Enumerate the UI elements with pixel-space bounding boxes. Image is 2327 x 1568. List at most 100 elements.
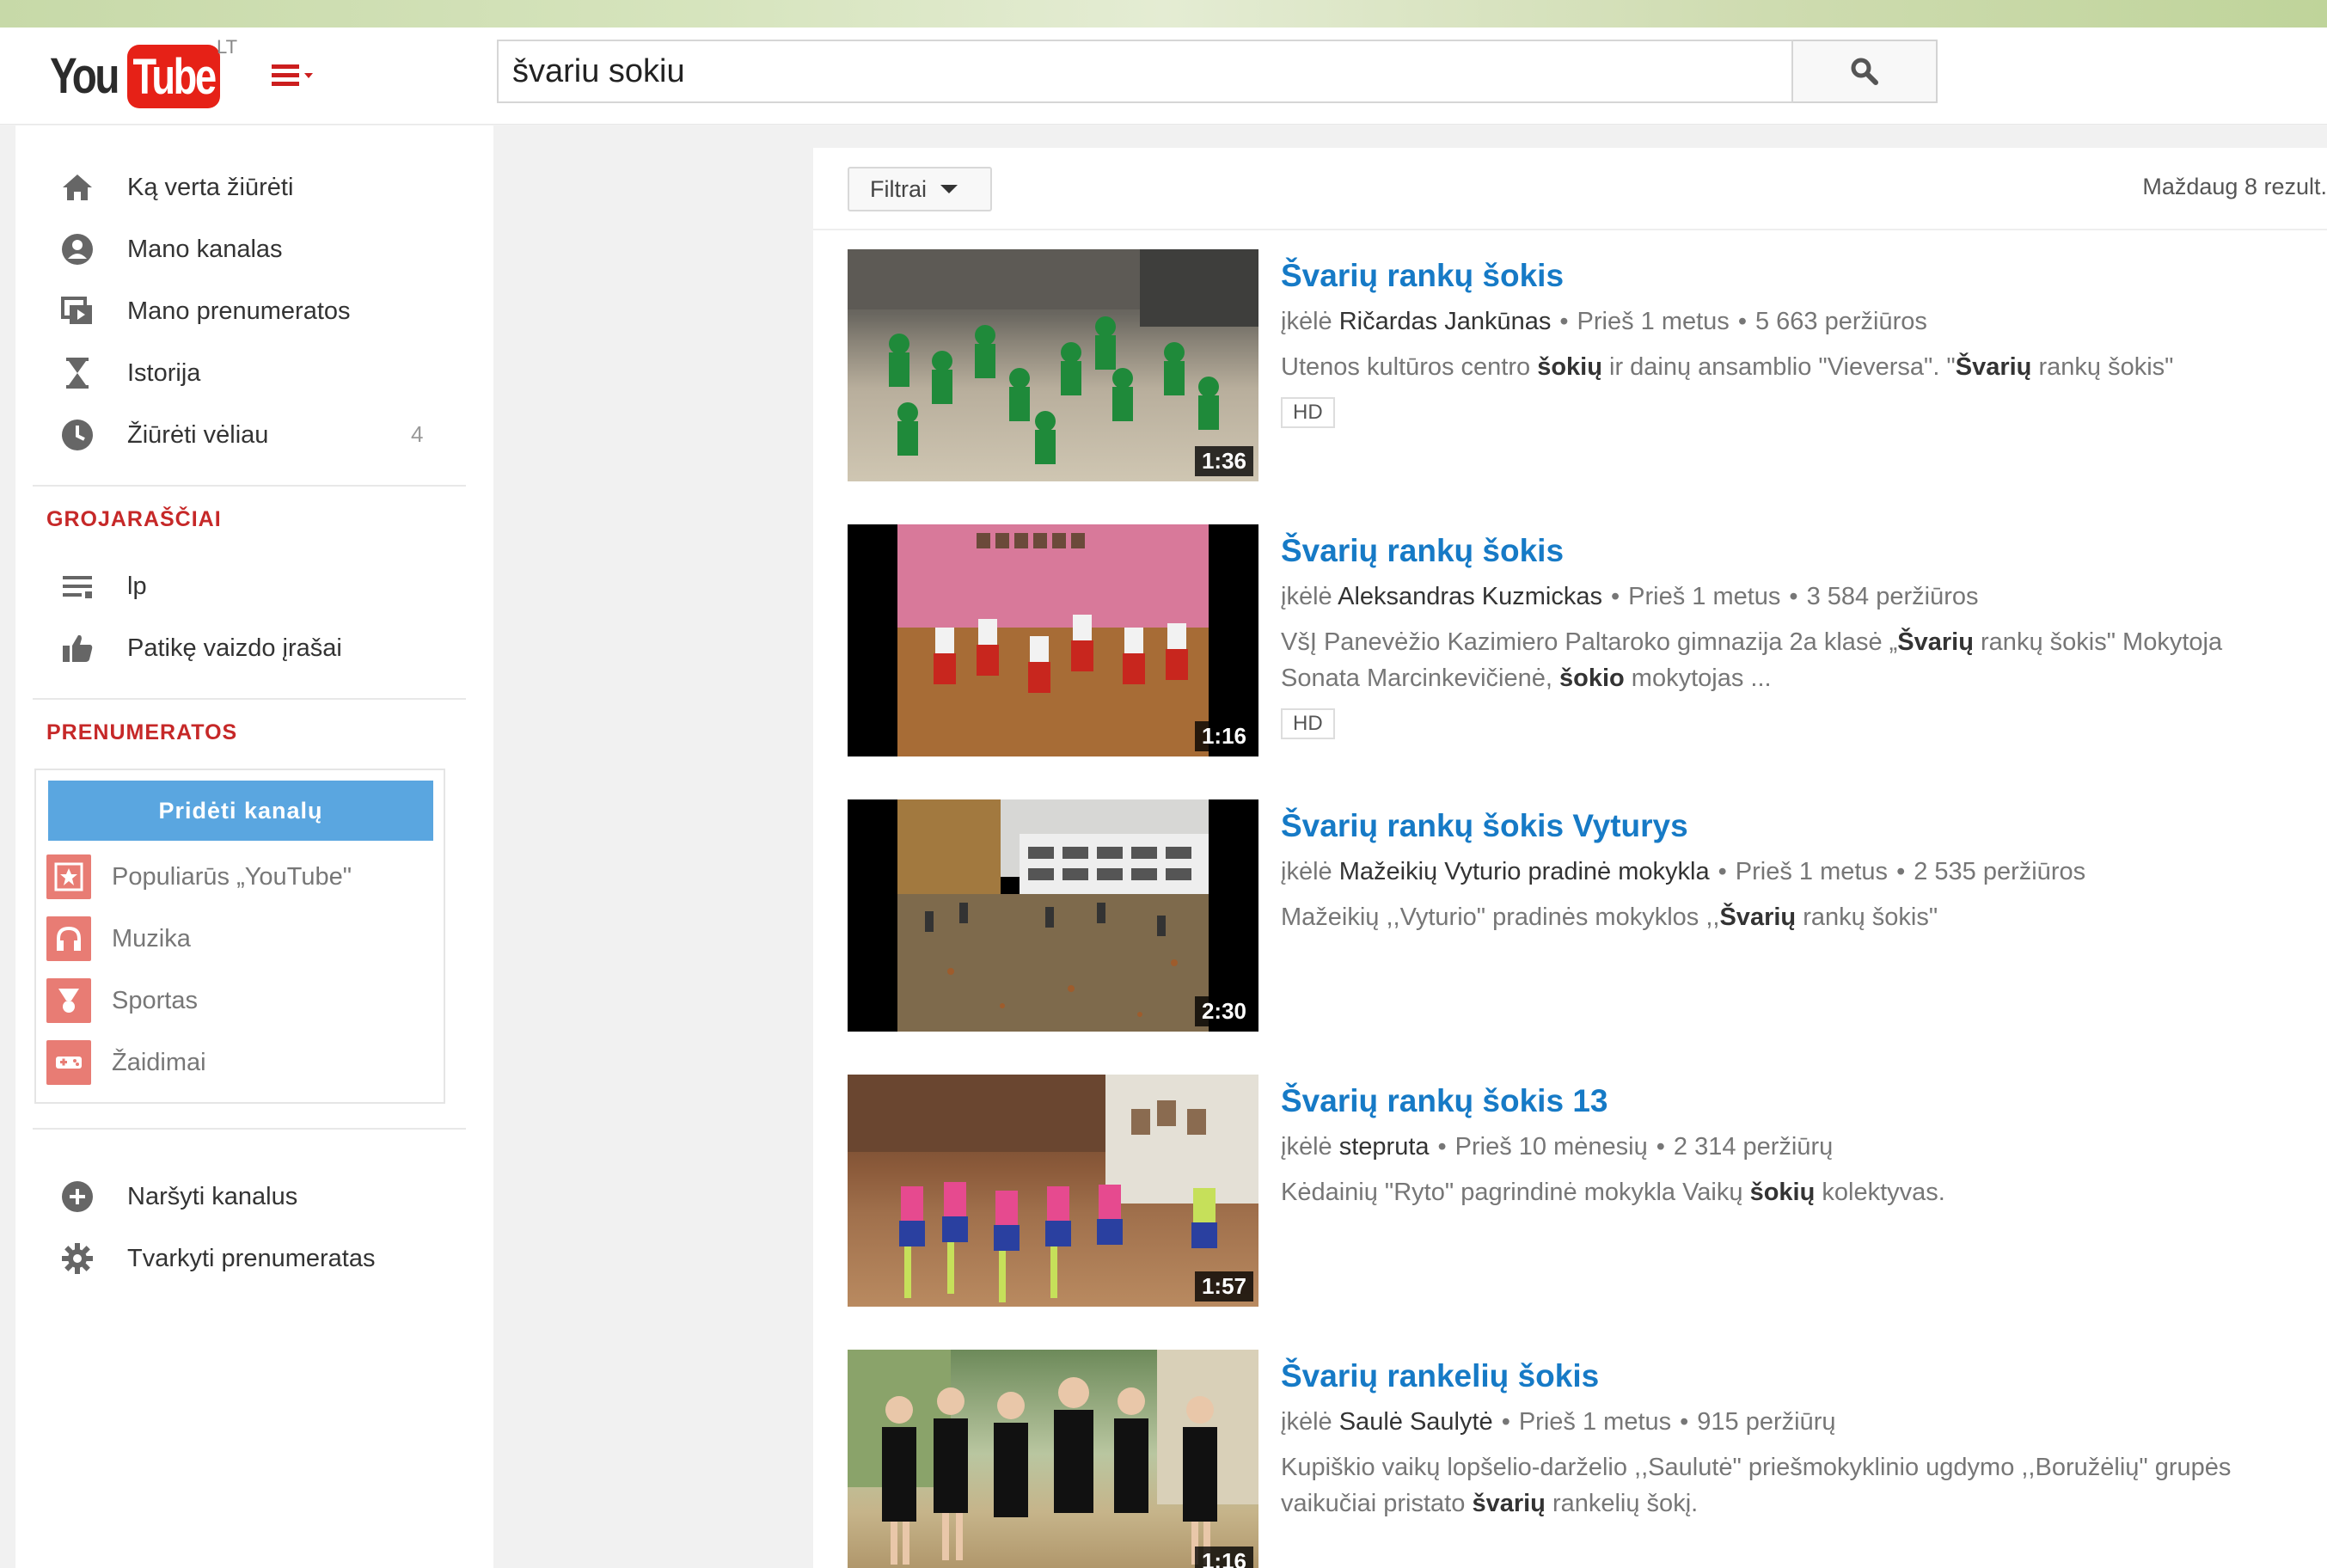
video-description: VšĮ Panevėžio Kazimiero Paltaroko gimnaz… <box>1281 628 2223 692</box>
sidebar-item-my-channel[interactable]: Mano kanalas <box>58 229 283 270</box>
sidebar-item-playlist-lp[interactable]: lp <box>58 566 147 607</box>
subscriptions-icon <box>58 292 96 330</box>
filters-label: Filtrai <box>870 175 927 202</box>
separator-dot: • <box>1680 1408 1689 1436</box>
search-result-item: 1:57 Švarių rankų šokis 13 įkėlė steprut… <box>848 1075 2326 1307</box>
video-age: Prieš 1 metus <box>1577 308 1730 335</box>
logo-tube-text: Tube <box>132 48 217 105</box>
separator-dot: • <box>1737 308 1747 335</box>
browser-top-strip <box>0 0 2327 28</box>
sidebar-item-label: Muzika <box>112 924 191 952</box>
uploaded-by-label: įkėlė <box>1281 308 1332 335</box>
sidebar-item-label: Patikę vaizdo įrašai <box>127 634 342 662</box>
subscriptions-box: Pridėti kanalų Populiarūs „YouTube" Muzi… <box>34 769 445 1104</box>
video-description: Utenos kultūros centro šokių ir dainų an… <box>1281 353 2174 381</box>
search-result-item: 1:16 Švarių rankelių šokis įkėlė Saulė S… <box>848 1350 2326 1568</box>
search-input[interactable]: švariu sokiu <box>497 40 1793 103</box>
sidebar-item-music[interactable]: Muzika <box>46 915 191 963</box>
search-icon <box>1851 58 1878 85</box>
separator-dot: • <box>1656 1133 1665 1161</box>
hourglass-icon <box>58 354 96 392</box>
channel-link[interactable]: Mažeikių Vyturio pradinė mokykla <box>1339 858 1710 885</box>
star-icon <box>46 854 91 899</box>
gamepad-icon <box>46 1040 91 1085</box>
view-count: 915 peržiūrų <box>1697 1408 1836 1436</box>
hd-badge: HD <box>1281 708 1335 739</box>
search-result-item: 1:36 Švarių rankų šokis įkėlė Ričardas J… <box>848 249 2326 481</box>
video-thumbnail[interactable]: 2:30 <box>848 799 1258 1032</box>
channel-link[interactable]: stepruta <box>1339 1133 1430 1161</box>
video-duration: 2:30 <box>1194 996 1253 1026</box>
sidebar-item-liked-videos[interactable]: Patikę vaizdo įrašai <box>58 628 342 669</box>
video-description: Kėdainių "Ryto" pagrindinė mokykla Vaikų… <box>1281 1179 1945 1206</box>
video-duration: 1:36 <box>1194 446 1253 476</box>
thumbs-up-icon <box>58 629 96 667</box>
sidebar-item-label: Mano kanalas <box>127 235 283 263</box>
sidebar-item-what-to-watch[interactable]: Ką verta žiūrėti <box>58 167 293 208</box>
sidebar-item-manage-subscriptions[interactable]: Tvarkyti prenumeratas <box>58 1238 376 1279</box>
medal-icon <box>46 978 91 1023</box>
menu-icon <box>272 64 299 90</box>
sidebar-item-label: Naršyti kanalus <box>127 1182 298 1210</box>
video-thumbnail[interactable]: 1:16 <box>848 1350 1258 1568</box>
search-result-item: 1:16 Švarių rankų šokis įkėlė Aleksandra… <box>848 524 2326 756</box>
sidebar-item-label: Ką verta žiūrėti <box>127 173 294 201</box>
video-meta: įkėlė Saulė Saulytė • Prieš 1 metus • 915 pe… <box>1281 1408 1836 1436</box>
separator-dot: • <box>1559 308 1569 335</box>
logo-tube-badge: Tube <box>127 45 220 108</box>
video-age: Prieš 1 metus <box>1518 1408 1672 1436</box>
separator-dot: • <box>1437 1133 1447 1161</box>
sidebar-item-label: Žaidimai <box>112 1048 206 1076</box>
video-title-link[interactable]: Švarių rankelių šokis <box>1281 1358 1599 1394</box>
youtube-logo[interactable]: You Tube <box>50 40 220 113</box>
separator-dot: • <box>1718 858 1727 885</box>
sidebar-item-gaming[interactable]: Žaidimai <box>46 1038 206 1087</box>
video-age: Prieš 1 metus <box>1735 858 1889 885</box>
channel-link[interactable]: Aleksandras Kuzmickas <box>1338 583 1602 610</box>
sidebar-item-my-subscriptions[interactable]: Mano prenumeratos <box>58 291 351 332</box>
sidebar-item-label: Populiarūs „YouTube" <box>112 862 352 891</box>
view-count: 3 584 peržiūros <box>1806 583 1979 610</box>
channel-link[interactable]: Ričardas Jankūnas <box>1339 308 1552 335</box>
sidebar-divider <box>33 698 466 700</box>
sidebar-item-history[interactable]: Istorija <box>58 352 200 394</box>
uploaded-by-label: įkėlė <box>1281 1408 1332 1436</box>
hd-badge: HD <box>1281 397 1335 428</box>
video-meta: įkėlė stepruta • Prieš 10 mėnesių • 2 314 pe… <box>1281 1133 1833 1161</box>
video-age: Prieš 10 mėnesių <box>1454 1133 1648 1161</box>
guide-menu-button[interactable] <box>272 57 325 98</box>
sidebar-item-popular-youtube[interactable]: Populiarūs „YouTube" <box>46 853 352 901</box>
add-channels-button[interactable]: Pridėti kanalų <box>48 781 433 841</box>
separator-dot: • <box>1610 583 1620 610</box>
video-title-link[interactable]: Švarių rankų šokis <box>1281 533 1564 569</box>
filters-button[interactable]: Filtrai <box>848 167 992 211</box>
subscriptions-section-title: PRENUMERATOS <box>46 720 238 744</box>
channel-link[interactable]: Saulė Saulytė <box>1339 1408 1493 1436</box>
logo-you-text: You <box>50 48 119 104</box>
video-title-link[interactable]: Švarių rankų šokis <box>1281 258 1564 294</box>
clock-icon <box>58 416 96 454</box>
separator-dot: • <box>1896 858 1906 885</box>
search-button[interactable] <box>1793 40 1938 103</box>
chevron-down-icon <box>304 73 313 78</box>
sidebar-item-label: Istorija <box>127 358 201 387</box>
video-title-link[interactable]: Švarių rankų šokis Vyturys <box>1281 808 1688 844</box>
chevron-down-icon <box>940 185 958 193</box>
search-result-item: 2:30 Švarių rankų šokis Vyturys įkėlė Ma… <box>848 799 2326 1032</box>
headphones-icon <box>46 916 91 961</box>
watch-later-count: 4 <box>411 421 424 447</box>
video-thumbnail[interactable]: 1:57 <box>848 1075 1258 1307</box>
video-thumbnail[interactable]: 1:36 <box>848 249 1258 481</box>
sidebar-item-sports[interactable]: Sportas <box>46 977 198 1025</box>
video-meta: įkėlė Mažeikių Vyturio pradinė mokykla • P… <box>1281 858 2085 886</box>
sidebar-item-watch-later[interactable]: Žiūrėti vėliau <box>58 414 268 456</box>
sidebar-item-browse-channels[interactable]: Naršyti kanalus <box>58 1176 297 1217</box>
separator-dot: • <box>1501 1408 1510 1436</box>
video-title-link[interactable]: Švarių rankų šokis 13 <box>1281 1083 1607 1119</box>
sidebar-item-label: lp <box>127 572 147 600</box>
video-description: Kupiškio vaikų lopšelio-darželio ,,Saulu… <box>1281 1454 2232 1517</box>
sidebar-item-label: Tvarkyti prenumeratas <box>127 1244 376 1272</box>
video-meta: įkėlė Aleksandras Kuzmickas • Prieš 1 metu… <box>1281 583 1978 611</box>
video-thumbnail[interactable]: 1:16 <box>848 524 1258 756</box>
thumbnail-image <box>848 1350 1258 1565</box>
